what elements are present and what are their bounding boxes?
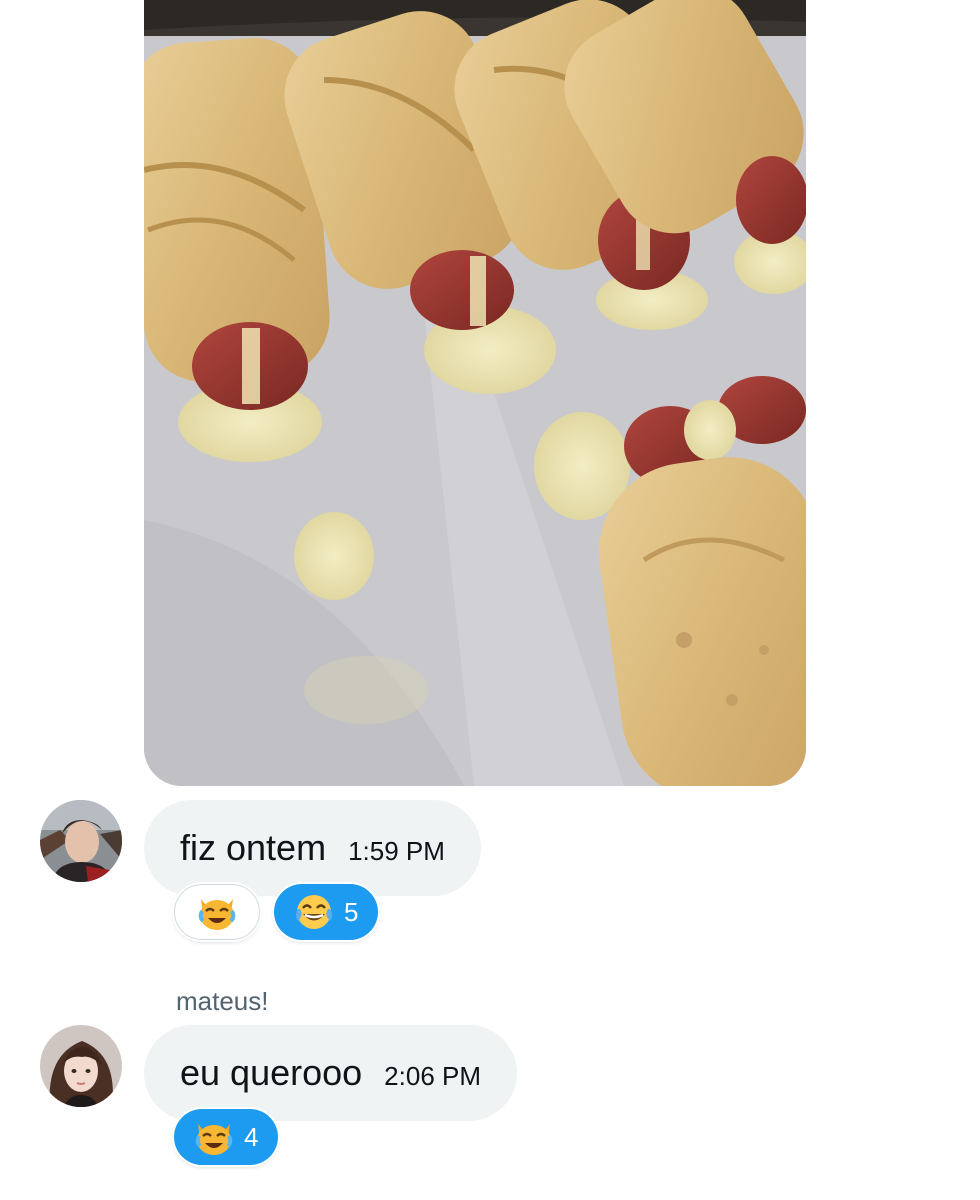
sender-avatar[interactable] xyxy=(40,1025,122,1107)
reaction-count: 5 xyxy=(344,896,359,927)
sender-avatar[interactable] xyxy=(40,800,122,882)
reaction-tears-of-joy[interactable]: 5 xyxy=(274,884,379,940)
reaction-count: 4 xyxy=(244,1121,259,1152)
message-timestamp: 1:59 PM xyxy=(348,835,445,866)
message-bubble[interactable]: fiz ontem 1:59 PM xyxy=(144,800,481,896)
face-with-tears-of-joy-emoji-icon xyxy=(294,893,334,931)
cat-face-with-tears-of-joy-emoji-icon xyxy=(197,893,237,931)
reactions-bar: 4 xyxy=(174,1109,279,1165)
cat-face-with-tears-of-joy-emoji-icon xyxy=(194,1118,234,1156)
shared-photo[interactable] xyxy=(144,0,806,786)
reaction-cat-tears-of-joy[interactable] xyxy=(174,884,260,940)
sender-name: mateus! xyxy=(176,986,269,1016)
reactions-bar: 5 xyxy=(174,884,379,940)
message-bubble[interactable]: eu querooo 2:06 PM xyxy=(144,1025,517,1121)
user-avatar-male-icon xyxy=(40,800,122,882)
message-timestamp: 2:06 PM xyxy=(384,1060,481,1091)
food-photo-icon xyxy=(144,0,806,786)
message-text: eu querooo xyxy=(180,1052,363,1093)
reaction-cat-tears-of-joy[interactable]: 4 xyxy=(174,1109,279,1165)
message-text: fiz ontem xyxy=(180,827,327,868)
user-avatar-female-icon xyxy=(40,1025,122,1107)
